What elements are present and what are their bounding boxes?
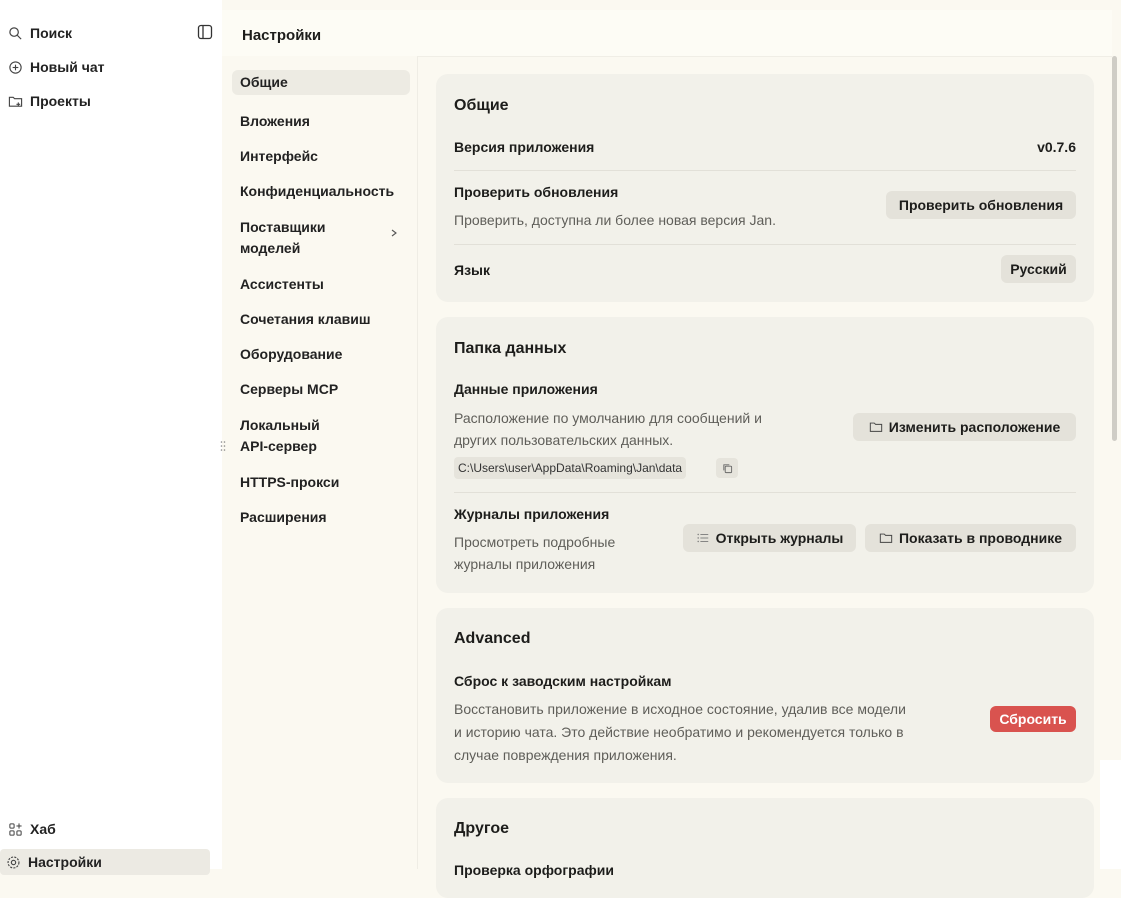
- content-scrollbar[interactable]: [1112, 56, 1117, 441]
- settings-nav-attachments[interactable]: Вложения: [232, 109, 410, 134]
- search-icon: [9, 26, 22, 40]
- factory-reset-description-line1: Восстановить приложение в исходное состо…: [454, 701, 906, 717]
- data-folder-card-title: Папка данных: [454, 340, 567, 357]
- sidebar-settings-label: Настройки: [28, 854, 102, 870]
- divider: [454, 170, 1076, 171]
- settings-nav-assistants[interactable]: Ассистенты: [232, 272, 410, 297]
- settings-nav-general[interactable]: Общие: [232, 70, 410, 95]
- page-title: Настройки: [242, 27, 322, 44]
- app-data-path: C:\Users\user\AppData\Roaming\Jan\data: [454, 457, 687, 479]
- copy-path-button[interactable]: [716, 458, 738, 478]
- sidebar-hub-label: Хаб: [30, 821, 56, 837]
- app-data-label: Данные приложения: [454, 381, 598, 397]
- logs-description-line2: журналы приложения: [454, 556, 596, 572]
- logs-description-line1: Просмотреть подробные: [454, 534, 616, 550]
- data-folder-card: Папка данных Данные приложения Расположе…: [436, 317, 1094, 593]
- settings-nav-model-providers[interactable]: Поставщики моделей: [232, 215, 410, 261]
- sidebar-new-chat-label: Новый чат: [30, 59, 105, 75]
- settings-nav: Общие Вложения Интерфейс Конфиденциально…: [222, 56, 418, 869]
- other-card-title: Другое: [454, 820, 509, 837]
- copy-icon: [722, 463, 732, 473]
- folder-icon: [879, 533, 893, 543]
- gear-icon: [7, 855, 20, 869]
- check-updates-label: Проверить обновления: [454, 184, 619, 200]
- open-logs-label: Открыть журналы: [715, 530, 844, 546]
- settings-nav-shortcuts[interactable]: Сочетания клавиш: [232, 307, 410, 332]
- sidebar-settings[interactable]: Настройки: [0, 849, 210, 875]
- divider: [454, 244, 1076, 245]
- window-edge: [1100, 760, 1121, 869]
- settings-nav-hardware[interactable]: Оборудование: [232, 342, 410, 367]
- sidebar-projects-label: Проекты: [30, 93, 91, 109]
- settings-nav-model-providers-label: Поставщики моделей: [240, 219, 326, 256]
- chevron-right-icon: [391, 229, 397, 237]
- advanced-card-title: Advanced: [454, 630, 531, 647]
- language-select[interactable]: Русский: [1001, 255, 1076, 283]
- divider: [454, 492, 1076, 493]
- sidebar-toggle-icon[interactable]: [197, 24, 213, 40]
- sidebar-new-chat[interactable]: Новый чат: [8, 56, 105, 78]
- settings-nav-local-api-server[interactable]: Локальный API-сервер: [232, 413, 410, 459]
- app-version-value: v0.7.6: [1037, 139, 1076, 155]
- logs-label: Журналы приложения: [454, 506, 610, 522]
- page-header: Настройки: [222, 10, 1112, 57]
- apps-grid-icon: [9, 822, 22, 836]
- settings-nav-mcp-servers[interactable]: Серверы MCP: [232, 377, 410, 402]
- sidebar-search[interactable]: Поиск: [8, 22, 72, 44]
- drag-handle-icon[interactable]: [220, 440, 226, 452]
- settings-nav-https-proxy[interactable]: HTTPS-прокси: [232, 470, 410, 495]
- open-logs-button[interactable]: Открыть журналы: [683, 524, 856, 552]
- factory-reset-description-line3: случае повреждения приложения.: [454, 747, 677, 763]
- other-card: Другое Проверка орфографии: [436, 798, 1094, 898]
- app-version-label: Версия приложения: [454, 139, 595, 155]
- language-label: Язык: [454, 262, 490, 278]
- check-updates-description: Проверить, доступна ли более новая верси…: [454, 212, 776, 228]
- settings-nav-interface[interactable]: Интерфейс: [232, 144, 410, 169]
- general-card: Общие Версия приложения v0.7.6 Проверить…: [436, 74, 1094, 302]
- general-card-title: Общие: [454, 97, 509, 114]
- change-location-button[interactable]: Изменить расположение: [853, 413, 1076, 441]
- show-in-explorer-label: Показать в проводнике: [898, 530, 1063, 546]
- folder-icon: [869, 422, 882, 432]
- factory-reset-label: Сброс к заводским настройкам: [454, 673, 672, 689]
- advanced-card: Advanced Сброс к заводским настройкам Во…: [436, 608, 1094, 783]
- sidebar-hub[interactable]: Хаб: [8, 818, 56, 840]
- check-updates-button[interactable]: Проверить обновления: [886, 191, 1076, 219]
- settings-nav-extensions[interactable]: Расширения: [232, 505, 410, 530]
- app-data-description-line2: других пользовательских данных.: [454, 432, 674, 448]
- change-location-label: Изменить расположение: [888, 419, 1061, 435]
- folder-plus-icon: [8, 96, 23, 107]
- plus-circle-icon: [9, 60, 22, 74]
- factory-reset-button[interactable]: Сбросить: [990, 706, 1076, 732]
- sidebar-projects[interactable]: Проекты: [8, 90, 91, 112]
- show-in-explorer-button[interactable]: Показать в проводнике: [865, 524, 1076, 552]
- settings-nav-privacy[interactable]: Конфиденциальность: [232, 179, 410, 204]
- spellcheck-label: Проверка орфографии: [454, 862, 614, 878]
- factory-reset-description-line2: и историю чата. Это действие необратимо …: [454, 724, 904, 740]
- sidebar-search-label: Поиск: [30, 25, 73, 41]
- app-data-description-line1: Расположение по умолчанию для сообщений …: [454, 410, 762, 426]
- list-icon: [697, 533, 708, 543]
- app-sidebar: Поиск Новый чат Проекты Хаб Настройки: [0, 0, 222, 875]
